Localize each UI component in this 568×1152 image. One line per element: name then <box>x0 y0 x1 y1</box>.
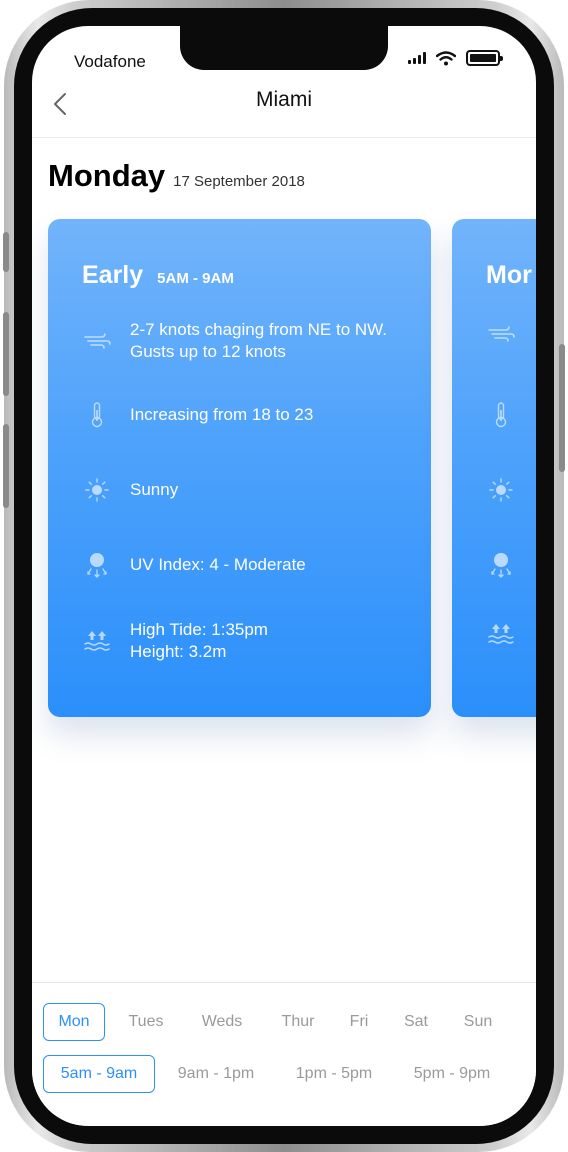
temperature-text: Increasing from 18 to 23 <box>130 405 314 424</box>
day-name: Monday <box>48 158 166 193</box>
thermometer-icon <box>486 400 516 430</box>
battery-icon <box>466 50 503 66</box>
card-header: Early 5AM - 9AM <box>82 261 234 290</box>
volume-down-button <box>3 424 9 508</box>
nav-bar: Miami <box>32 78 536 138</box>
tide-text: High Tide: 1:35pm Height: 3.2m <box>130 619 268 663</box>
wind-row: 2-7 knots chaging from NE to NW. Gusts u… <box>82 319 400 363</box>
screen: Vodafone Miami Monday 17 September 2018 … <box>32 26 536 1126</box>
wifi-icon <box>436 50 456 65</box>
mute-switch <box>3 232 9 272</box>
wind-icon <box>82 326 112 356</box>
card-period: Early <box>82 261 144 289</box>
day-tab-sun[interactable]: Sun <box>452 1003 504 1041</box>
uv-text: UV Index: 4 - Moderate <box>130 555 306 574</box>
card-period: Mor <box>486 261 532 289</box>
slot-tab-5pm-9pm[interactable]: 5pm - 9pm <box>400 1055 504 1093</box>
wind-row <box>486 319 516 349</box>
power-button <box>559 344 565 472</box>
slot-tab-5am-9am[interactable]: 5am - 9am <box>43 1055 155 1093</box>
slot-tab-9am-1pm[interactable]: 9am - 1pm <box>164 1055 268 1093</box>
day-tab-mon[interactable]: Mon <box>43 1003 105 1041</box>
tide-icon <box>486 619 516 649</box>
day-tab-fri[interactable]: Fri <box>336 1003 382 1041</box>
tide-icon <box>82 626 112 656</box>
sun-icon <box>82 475 112 505</box>
uv-row: UV Index: 4 - Moderate <box>82 550 306 580</box>
day-tab-tues[interactable]: Tues <box>116 1003 176 1041</box>
card-header: Mor <box>486 261 532 290</box>
volume-up-button <box>3 312 9 396</box>
temperature-row <box>486 400 516 430</box>
uv-icon <box>486 550 516 580</box>
date-text: 17 September 2018 <box>173 173 305 190</box>
sky-row <box>486 475 516 505</box>
uv-row <box>486 550 516 580</box>
page-title: Miami <box>256 88 312 111</box>
thermometer-icon <box>82 400 112 430</box>
date-header: Monday 17 September 2018 <box>48 158 305 194</box>
sky-text: Sunny <box>130 480 179 499</box>
signal-icon <box>408 52 426 64</box>
wind-icon <box>486 319 516 349</box>
temperature-row: Increasing from 18 to 23 <box>82 400 313 430</box>
carrier-label: Vodafone <box>74 52 146 71</box>
uv-icon <box>82 550 112 580</box>
day-tab-weds[interactable]: Weds <box>190 1003 254 1041</box>
tide-row <box>486 619 516 649</box>
card-time-range: 5AM - 9AM <box>157 270 234 287</box>
sky-row: Sunny <box>82 475 178 505</box>
forecast-card-morning[interactable]: Mor <box>452 219 536 717</box>
day-tab-thur[interactable]: Thur <box>268 1003 328 1041</box>
wind-text: 2-7 knots chaging from NE to NW. Gusts u… <box>130 320 387 361</box>
day-tab-sat[interactable]: Sat <box>392 1003 440 1041</box>
tide-height-text: Height: 3.2m <box>130 642 227 661</box>
slot-tab-1pm-5pm[interactable]: 1pm - 5pm <box>282 1055 386 1093</box>
notch <box>180 26 388 70</box>
forecast-card-early[interactable]: Early 5AM - 9AM 2-7 knots chaging from N… <box>48 219 431 717</box>
tide-high-text: High Tide: 1:35pm <box>130 620 268 639</box>
sun-icon <box>486 475 516 505</box>
tide-row: High Tide: 1:35pm Height: 3.2m <box>82 619 268 663</box>
schedule-selector: Mon Tues Weds Thur Fri Sat Sun 5am - 9am… <box>32 982 536 1126</box>
status-icons <box>408 50 503 66</box>
